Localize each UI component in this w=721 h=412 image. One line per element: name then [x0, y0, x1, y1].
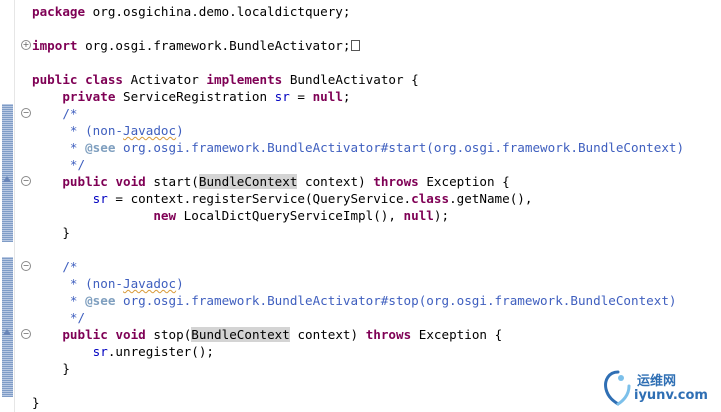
spelling-warning-text: Javadoc — [123, 276, 177, 291]
code-text: } — [62, 225, 70, 240]
comment-line: */ — [32, 156, 85, 173]
code-line-new-impl: new LocalDictQueryServiceImpl(), null); — [32, 207, 449, 224]
comment-line: * @see org.osgi.framework.BundleActivato… — [32, 139, 684, 156]
code-text: ); — [433, 208, 450, 223]
keyword: public — [62, 327, 108, 342]
comment-line: /* — [32, 258, 78, 275]
collapse-fold-icon[interactable]: − — [21, 108, 31, 118]
collapse-fold-icon[interactable]: − — [21, 329, 31, 339]
code-text: = — [289, 89, 313, 104]
keyword: package — [32, 4, 86, 19]
keyword: public — [32, 72, 78, 87]
code-text: Exception { — [418, 174, 510, 189]
spelling-warning-text: Javadoc — [123, 123, 177, 138]
code-text: org.osgi.framework.BundleActivator; — [77, 38, 351, 53]
keyword: public — [62, 174, 108, 189]
comment-text: ) — [176, 276, 184, 291]
code-line-import: import org.osgi.framework.BundleActivato… — [32, 37, 361, 54]
comment-line: * @see org.osgi.framework.BundleActivato… — [32, 292, 677, 309]
code-text: ; — [342, 89, 351, 104]
code-line-start-method: public void start(BundleContext context)… — [32, 173, 510, 190]
watermark-url-text: iyunv.com — [634, 388, 708, 403]
code-line-register: sr = context.registerService(QueryServic… — [32, 190, 533, 207]
comment-line: * (non-Javadoc) — [32, 122, 184, 139]
expand-fold-icon[interactable]: + — [21, 40, 31, 50]
code-text: LocalDictQueryServiceImpl(), — [176, 208, 404, 223]
code-text: .getName(), — [449, 191, 533, 206]
comment-line: /* — [32, 105, 78, 122]
code-text: ServiceRegistration — [115, 89, 275, 104]
keyword: class — [85, 72, 124, 87]
comment-line: */ — [32, 309, 85, 326]
code-line-unregister: sr.unregister(); — [32, 343, 214, 360]
field-name: sr — [92, 344, 108, 359]
field-name: sr — [274, 89, 290, 104]
code-line-field: private ServiceRegistration sr = null; — [32, 88, 351, 105]
keyword: null — [403, 208, 434, 223]
code-line-close-brace: } — [32, 224, 70, 241]
code-text: context) — [289, 327, 366, 342]
code-editor[interactable]: package org.osgichina.demo.localdictquer… — [0, 0, 721, 412]
watermark-chinese-text: 运维网 — [637, 374, 677, 389]
keyword: void — [115, 174, 146, 189]
keyword: throws — [365, 327, 412, 342]
code-line-package: package org.osgichina.demo.localdictquer… — [32, 3, 350, 20]
comment-text: * (non- — [62, 123, 124, 138]
code-text: org.osgichina.demo.localdictquery; — [85, 4, 351, 19]
code-line-stop-method: public void stop(BundleContext context) … — [32, 326, 502, 343]
code-line-close-brace: } — [32, 360, 70, 377]
keyword: new — [153, 208, 177, 223]
code-text: .unregister(); — [107, 344, 214, 359]
comment-text: */ — [62, 310, 86, 325]
keyword: class — [411, 191, 450, 206]
highlighted-occurrence: BundleContext — [191, 327, 290, 342]
comment-text: * — [62, 140, 86, 155]
code-text: = context.registerService(QueryService. — [107, 191, 412, 206]
code-text: Activator — [123, 72, 207, 87]
highlighted-occurrence: BundleContext — [198, 174, 298, 189]
code-text: BundleActivator { — [282, 72, 419, 87]
javadoc-tag: @see — [85, 140, 116, 155]
collapse-fold-icon[interactable]: − — [21, 261, 31, 271]
comment-text: */ — [62, 157, 86, 172]
code-line-class-close: } — [32, 394, 40, 411]
keyword: null — [312, 89, 343, 104]
code-text: Exception { — [411, 327, 503, 342]
keyword: throws — [373, 174, 419, 189]
field-name: sr — [92, 191, 108, 206]
code-text: } — [62, 361, 70, 376]
site-watermark: 运维网 iyunv.com — [601, 368, 713, 408]
comment-text: * — [62, 293, 86, 308]
comment-text: /* — [62, 259, 78, 274]
code-text: } — [32, 395, 40, 410]
keyword: void — [115, 327, 146, 342]
comment-line: * (non-Javadoc) — [32, 275, 184, 292]
collapsed-fold-box-icon[interactable] — [351, 40, 361, 51]
code-line-class-decl: public class Activator implements Bundle… — [32, 71, 419, 88]
code-text: start( — [145, 174, 199, 189]
keyword: import — [32, 38, 78, 53]
watermark-logo-icon — [604, 370, 631, 406]
keyword: private — [62, 89, 116, 104]
comment-text: /* — [62, 106, 78, 121]
comment-text: org.osgi.framework.BundleActivator#start… — [115, 140, 685, 155]
comment-text: * (non- — [62, 276, 124, 291]
code-text: context) — [297, 174, 374, 189]
collapse-fold-icon[interactable]: − — [21, 176, 31, 186]
keyword: implements — [206, 72, 283, 87]
comment-text: org.osgi.framework.BundleActivator#stop(… — [115, 293, 677, 308]
code-text: stop( — [145, 327, 192, 342]
comment-text: ) — [176, 123, 184, 138]
javadoc-tag: @see — [85, 293, 116, 308]
